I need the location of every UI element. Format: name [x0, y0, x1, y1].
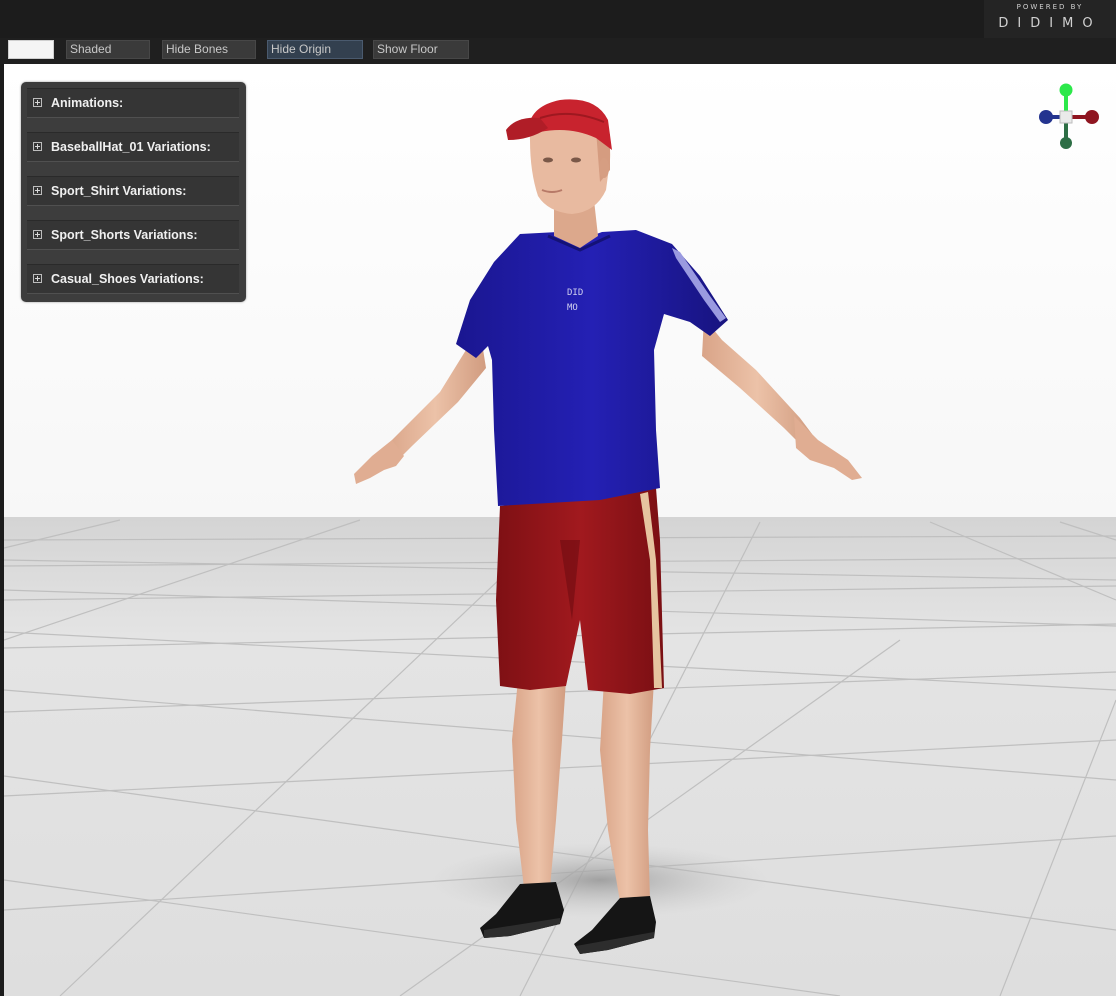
axis-x-handle: [1085, 110, 1099, 124]
background-color-swatch[interactable]: [8, 40, 54, 59]
shirt-logo-line1: DID: [567, 288, 583, 298]
sport-shirt-variations-foldout[interactable]: Sport_Shirt Variations:: [27, 176, 239, 206]
character-shadow: [430, 842, 770, 918]
axis-y-handle: [1059, 83, 1073, 97]
baseballhat-variations-foldout[interactable]: BaseballHat_01 Variations:: [27, 132, 239, 162]
3d-viewport[interactable]: DID MO Animations: BaseballHat_01 Variat…: [4, 64, 1116, 996]
animations-foldout[interactable]: Animations:: [27, 88, 239, 118]
foldout-label: BaseballHat_01 Variations:: [51, 140, 211, 154]
expand-icon[interactable]: [33, 230, 42, 239]
hide-bones-button[interactable]: Hide Bones: [162, 40, 256, 59]
show-floor-button[interactable]: Show Floor: [373, 40, 469, 59]
expand-icon[interactable]: [33, 274, 42, 283]
expand-icon[interactable]: [33, 186, 42, 195]
hide-origin-button[interactable]: Hide Origin: [267, 40, 363, 59]
axis-neg-y-handle: [1060, 137, 1072, 149]
expand-icon[interactable]: [33, 142, 42, 151]
ear: [599, 158, 609, 178]
title-bar: POWERED BY DIDIMO: [0, 0, 1116, 38]
expand-icon[interactable]: [33, 98, 42, 107]
foldout-label: Casual_Shoes Variations:: [51, 272, 204, 286]
viewer-toolbar: Shaded Hide Bones Hide Origin Show Floor: [0, 38, 1116, 64]
foldout-label: Sport_Shorts Variations:: [51, 228, 198, 242]
foldout-label: Animations:: [51, 96, 124, 110]
powered-by-label: POWERED BY: [1016, 3, 1084, 11]
variations-panel: Animations: BaseballHat_01 Variations: S…: [21, 82, 246, 302]
shirt-logo-line2: MO: [567, 303, 578, 313]
brand-name: DIDIMO: [998, 16, 1102, 31]
brand-logo: POWERED BY DIDIMO: [984, 0, 1116, 38]
sport-shorts-variations-foldout[interactable]: Sport_Shorts Variations:: [27, 220, 239, 250]
axis-z-handle: [1039, 110, 1053, 124]
foldout-label: Sport_Shirt Variations:: [51, 184, 187, 198]
casual-shoes-variations-foldout[interactable]: Casual_Shoes Variations:: [27, 264, 239, 294]
shaded-button[interactable]: Shaded: [66, 40, 150, 59]
